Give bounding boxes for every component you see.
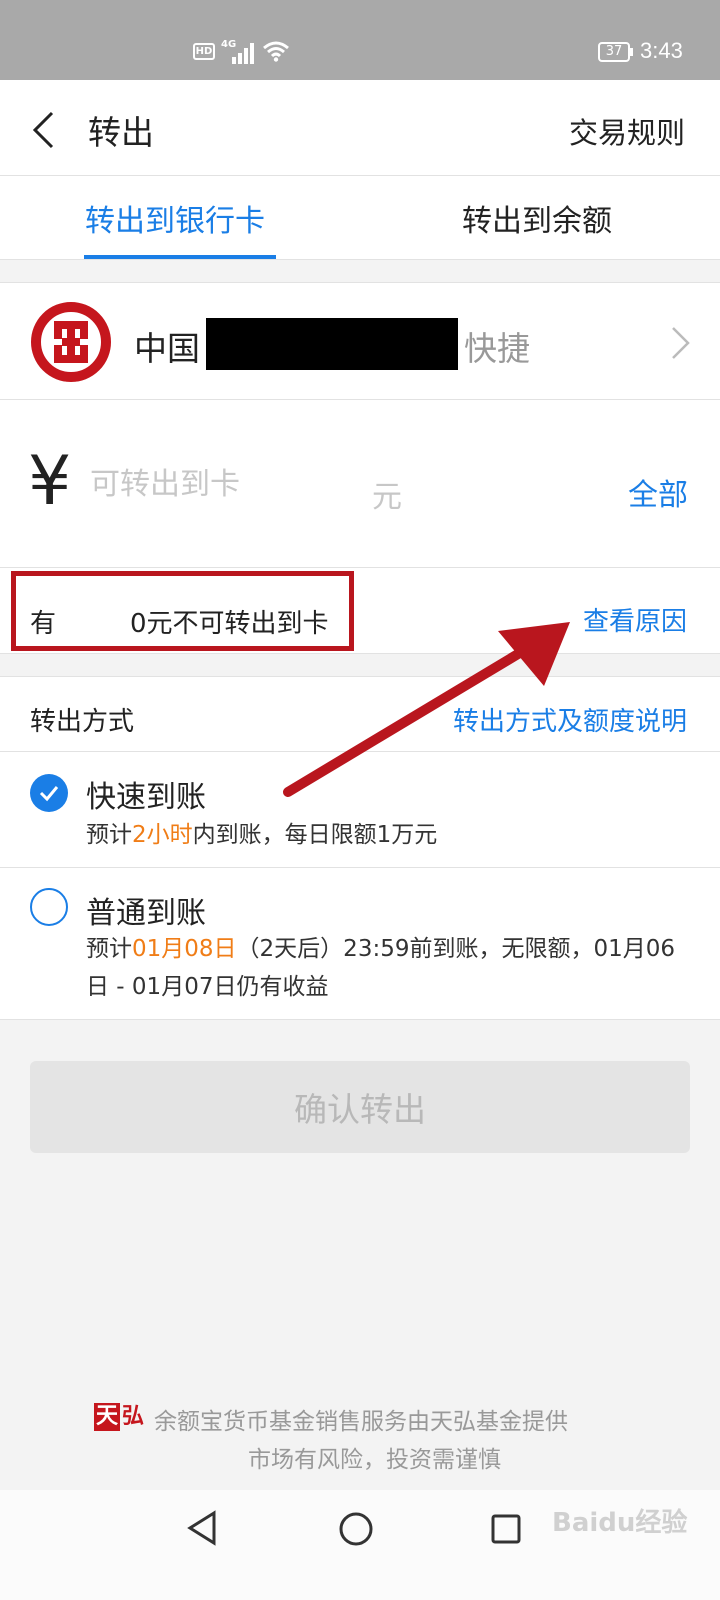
option-normal-desc: 预计01月08日（2天后）23:59前到账，无限额，01月06日 - 01月07…	[86, 930, 676, 1006]
status-bar	[0, 0, 720, 80]
option-fast-title: 快速到账	[86, 780, 206, 815]
confirm-transfer-button[interactable]: 确认转出	[30, 1061, 690, 1153]
bank-name: 中国	[134, 329, 200, 368]
nav-home-icon[interactable]	[338, 1511, 374, 1547]
desc-highlight: 2小时	[132, 822, 193, 848]
option-fast-desc: 预计2小时内到账，每日限额1万元	[86, 816, 437, 854]
desc-highlight: 01月08日	[132, 936, 237, 962]
amount-unit: 元	[372, 480, 402, 515]
logo-char-2: 弘	[122, 1404, 145, 1429]
annotation-highlight-box	[11, 571, 354, 651]
tianhong-logo: 天弘	[94, 1403, 146, 1431]
yuan-icon: ¥	[28, 442, 72, 521]
back-arrow-icon[interactable]	[30, 110, 58, 150]
method-info-link[interactable]: 转出方式及额度说明	[453, 701, 687, 738]
desc-pre: 预计	[86, 936, 132, 962]
bank-card-type: 快捷	[464, 329, 530, 368]
redacted-bank-name	[206, 318, 458, 370]
checkmark-icon	[39, 786, 59, 802]
view-reason-link[interactable]: 查看原因	[583, 601, 687, 638]
battery-level: 37	[605, 44, 623, 59]
nav-recent-apps-icon[interactable]	[490, 1513, 522, 1545]
radio-checked-icon[interactable]	[30, 774, 68, 812]
baidu-watermark: Baidu经验	[552, 1508, 688, 1538]
chevron-right-icon	[672, 327, 690, 359]
desc-pre: 预计	[86, 822, 132, 848]
trade-rules-link[interactable]: 交易规则	[569, 110, 685, 152]
radio-unchecked-icon[interactable]	[30, 888, 68, 926]
clock: 3:43	[640, 38, 683, 63]
transfer-all-link[interactable]: 全部	[628, 470, 688, 514]
hd-icon: HD	[193, 43, 215, 60]
footer-risk-notice: 市场有风险，投资需谨慎	[248, 1447, 501, 1473]
wifi-icon	[263, 41, 289, 62]
logo-char-1: 天	[94, 1403, 121, 1431]
option-normal-title: 普通到账	[86, 896, 206, 931]
nav-back-icon[interactable]	[186, 1510, 218, 1546]
footer-disclaimer: 余额宝货币基金销售服务由天弘基金提供	[154, 1409, 568, 1435]
tab-to-balance[interactable]: 转出到余额	[462, 196, 612, 240]
signal-icon	[232, 43, 254, 64]
desc-post: 内到账，每日限额1万元	[192, 822, 438, 848]
page-title: 转出	[88, 113, 154, 152]
tab-active-indicator	[84, 255, 276, 259]
bank-logo-icon	[31, 302, 111, 382]
tab-to-bank-card[interactable]: 转出到银行卡	[85, 196, 265, 240]
amount-input[interactable]	[90, 467, 420, 502]
method-label: 转出方式	[30, 707, 135, 737]
